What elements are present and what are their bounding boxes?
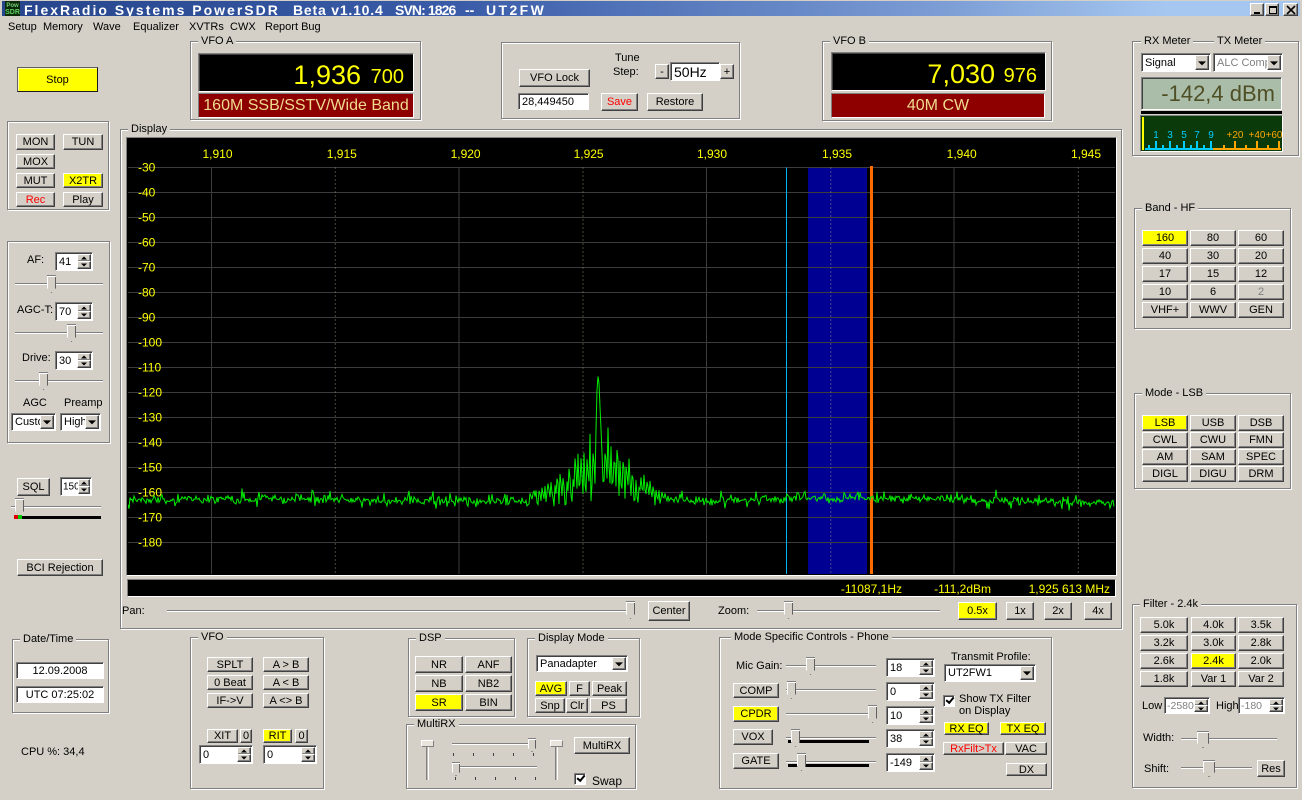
svg-text:1,935: 1,935 — [822, 147, 852, 161]
svg-text:1,910: 1,910 — [202, 147, 232, 161]
svg-text:-140: -140 — [138, 436, 162, 450]
svg-text:1: 1 — [1153, 130, 1159, 141]
svg-text:-180: -180 — [138, 536, 162, 550]
svg-text:-50: -50 — [138, 211, 156, 225]
svg-text:-120: -120 — [138, 386, 162, 400]
svg-text:SDR: SDR — [5, 9, 20, 16]
svg-text:+20: +20 — [1227, 130, 1244, 141]
svg-text:9: 9 — [1208, 130, 1214, 141]
svg-text:-40: -40 — [138, 186, 156, 200]
svg-text:-60: -60 — [138, 236, 156, 250]
svg-text:1,940: 1,940 — [947, 147, 977, 161]
svg-text:1,945: 1,945 — [1071, 147, 1101, 161]
svg-text:1,915: 1,915 — [327, 147, 357, 161]
svg-text:5: 5 — [1181, 130, 1187, 141]
svg-text:-170: -170 — [138, 511, 162, 525]
svg-text:1,920: 1,920 — [451, 147, 481, 161]
svg-text:-90: -90 — [138, 311, 156, 325]
svg-text:1,925: 1,925 — [574, 147, 604, 161]
svg-text:-150: -150 — [138, 461, 162, 475]
svg-text:-70: -70 — [138, 261, 156, 275]
svg-text:-100: -100 — [138, 336, 162, 350]
svg-text:-80: -80 — [138, 286, 156, 300]
svg-text:7: 7 — [1194, 130, 1200, 141]
svg-text:3: 3 — [1167, 130, 1173, 141]
svg-text:+60: +60 — [1266, 130, 1282, 141]
svg-text:-110: -110 — [138, 361, 161, 375]
svg-text:-130: -130 — [138, 411, 162, 425]
svg-text:-30: -30 — [138, 161, 156, 175]
svg-text:1,930: 1,930 — [697, 147, 727, 161]
svg-text:+40: +40 — [1249, 130, 1266, 141]
